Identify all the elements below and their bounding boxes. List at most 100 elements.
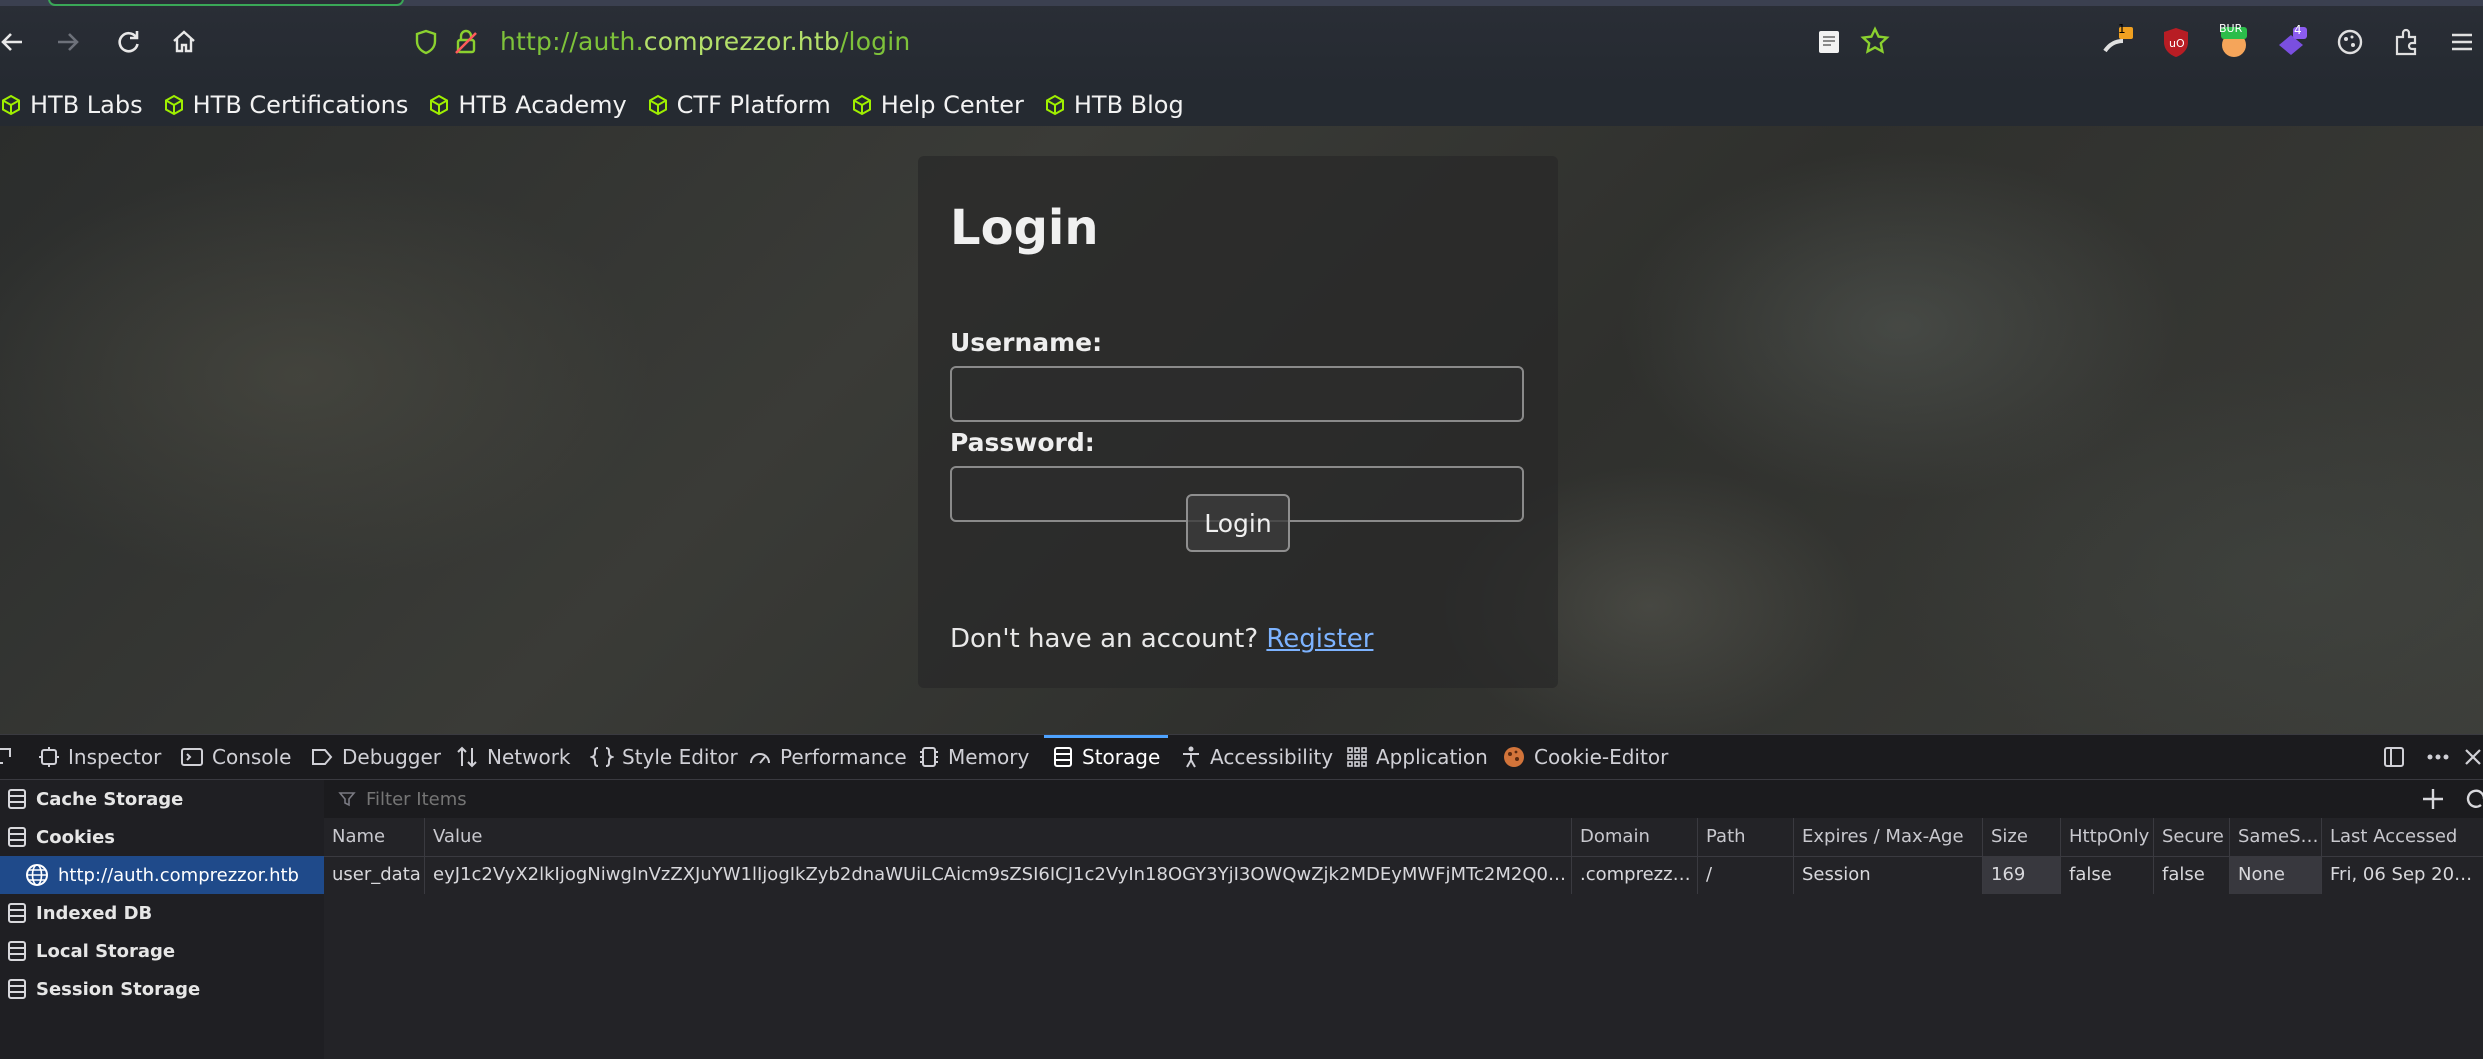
sidebar-item-local-storage[interactable]: Local Storage — [0, 932, 324, 970]
sidebar-item-cookies[interactable]: Cookies — [0, 818, 324, 856]
col-secure-header[interactable]: Secure — [2153, 818, 2229, 856]
storage-sidebar: Cache Storage Cookies http://auth.compre… — [0, 780, 325, 1059]
tab-console[interactable]: Console — [180, 735, 291, 779]
htb-cube-icon — [648, 94, 667, 116]
ublock-origin-icon[interactable]: uO — [2156, 22, 2196, 62]
extension-icon[interactable]: 1 — [2098, 22, 2138, 62]
extensions-puzzle-icon[interactable] — [2386, 22, 2426, 62]
more-options-icon[interactable] — [2424, 745, 2452, 769]
cookie-samesite-cell[interactable]: None — [2229, 856, 2321, 894]
bookmark-star-icon[interactable] — [1860, 26, 1890, 56]
sidebar-item-session-storage[interactable]: Session Storage — [0, 970, 324, 1008]
register-link[interactable]: Register — [1266, 624, 1373, 654]
burp-proxy-icon[interactable]: BUR — [2214, 22, 2254, 62]
bookmark-htb-academy[interactable]: HTB Academy — [428, 91, 627, 119]
bookmarks-toolbar: HTB Labs HTB Certifications HTB Academy … — [0, 84, 2483, 126]
bookmark-htb-blog[interactable]: HTB Blog — [1044, 91, 1184, 119]
reader-view-icon[interactable] — [1816, 28, 1842, 56]
sidebar-item-cookie-origin[interactable]: http://auth.comprezzor.htb — [0, 856, 324, 894]
tab-accessibility[interactable]: Accessibility — [1180, 735, 1333, 779]
bookmark-ctf-platform[interactable]: CTF Platform — [647, 91, 831, 119]
tab-label: Performance — [780, 745, 907, 769]
cookie-icon[interactable] — [2330, 22, 2370, 62]
url-text[interactable]: http://auth.comprezzor.htb/login — [500, 27, 910, 56]
cookie-secure-cell[interactable]: false — [2153, 856, 2229, 894]
username-input[interactable] — [950, 366, 1524, 422]
devtools-panel: Inspector Console Debugger Network Style… — [0, 734, 2483, 1059]
col-size-header[interactable]: Size — [1982, 818, 2060, 856]
add-item-icon[interactable] — [2420, 786, 2446, 812]
tab-cookie-editor[interactable]: Cookie-Editor — [1502, 735, 1668, 779]
insecure-lock-icon[interactable] — [452, 28, 480, 56]
htb-cube-icon — [164, 94, 183, 116]
dock-toggle-icon[interactable] — [2382, 745, 2406, 769]
cookie-httponly-cell[interactable]: false — [2060, 856, 2153, 894]
cookie-editor-icon — [1504, 747, 1524, 767]
col-domain-header[interactable]: Domain — [1571, 818, 1697, 856]
cookie-path-cell[interactable]: / — [1697, 856, 1793, 894]
url-path: /login — [839, 27, 911, 56]
login-button[interactable]: Login — [1186, 494, 1290, 552]
active-tab[interactable] — [48, 0, 404, 6]
cookie-domain-cell[interactable]: .comprezzo… — [1571, 856, 1697, 894]
htb-cube-icon — [1045, 94, 1064, 116]
tab-inspector[interactable]: Inspector — [38, 735, 161, 779]
tab-label: Network — [487, 745, 571, 769]
tab-debugger[interactable]: Debugger — [310, 735, 441, 779]
sidebar-label: Cookies — [36, 826, 116, 848]
tab-storage[interactable]: Storage — [1043, 735, 1169, 779]
reload-icon[interactable] — [110, 24, 146, 60]
tab-performance[interactable]: Performance — [748, 735, 907, 779]
url-host: comprezzor.htb — [643, 27, 840, 56]
home-icon[interactable] — [166, 24, 202, 60]
tab-label: Application — [1376, 745, 1488, 769]
extension-puzzle-badge-icon[interactable]: 4 — [2272, 22, 2312, 62]
cookie-size-cell[interactable]: 169 — [1982, 856, 2060, 894]
cookie-expires-cell[interactable]: Session — [1793, 856, 1982, 894]
tab-label: Inspector — [68, 745, 162, 769]
tab-style-editor[interactable]: Style Editor — [590, 735, 738, 779]
bookmark-label: CTF Platform — [676, 91, 831, 119]
bookmark-htb-certifications[interactable]: HTB Certifications — [163, 91, 408, 119]
bookmark-label: HTB Blog — [1073, 91, 1184, 119]
col-name-header[interactable]: Name — [324, 818, 424, 856]
storage-icon — [1054, 747, 1072, 767]
filter-items-input[interactable] — [364, 788, 2068, 811]
login-card: Login Username: Password: Login Don't ha… — [918, 156, 1558, 688]
col-httponly-header[interactable]: HttpOnly — [2060, 818, 2153, 856]
col-value-header[interactable]: Value — [424, 818, 1571, 856]
url-scheme: http://auth. — [500, 27, 644, 56]
forward-arrow-icon[interactable] — [50, 24, 86, 60]
back-arrow-icon[interactable] — [0, 24, 30, 60]
bookmark-htb-labs[interactable]: HTB Labs — [0, 91, 143, 119]
tab-application[interactable]: Application — [1346, 735, 1488, 779]
col-last-accessed-header[interactable]: Last Accessed — [2321, 818, 2483, 856]
network-arrows-icon — [457, 746, 477, 768]
pick-element-icon[interactable] — [0, 745, 14, 769]
close-devtools-icon[interactable] — [2462, 745, 2482, 769]
cookie-last-accessed-cell[interactable]: Fri, 06 Sep 2024 12… — [2321, 856, 2483, 894]
col-path-header[interactable]: Path — [1697, 818, 1793, 856]
braces-icon — [590, 747, 614, 767]
cookie-name-cell[interactable]: user_data — [324, 856, 424, 894]
storage-icon — [8, 789, 26, 809]
col-samesite-header[interactable]: SameSite — [2229, 818, 2321, 856]
bookmark-help-center[interactable]: Help Center — [851, 91, 1024, 119]
cookie-value-cell[interactable]: eyJ1c2VyX2lkIjogNiwgInVzZXJuYW1lIjogIkZy… — [424, 856, 1571, 894]
tab-label: Console — [212, 745, 292, 769]
tab-memory[interactable]: Memory — [918, 735, 1029, 779]
memory-chip-icon — [920, 747, 938, 767]
sidebar-item-cache-storage[interactable]: Cache Storage — [0, 780, 324, 818]
col-expires-header[interactable]: Expires / Max-Age — [1793, 818, 1982, 856]
register-prompt: Don't have an account? Register — [950, 624, 1373, 654]
sidebar-label: Indexed DB — [36, 902, 153, 924]
hamburger-menu-icon[interactable] — [2442, 22, 2482, 62]
bookmark-label: HTB Academy — [458, 91, 627, 119]
sidebar-item-indexed-db[interactable]: Indexed DB — [0, 894, 324, 932]
tab-network[interactable]: Network — [455, 735, 571, 779]
tracking-shield-icon[interactable] — [412, 28, 440, 56]
url-bar[interactable]: http://auth.comprezzor.htb/login — [400, 20, 1920, 64]
sidebar-label: Local Storage — [36, 940, 176, 962]
refresh-items-icon[interactable] — [2464, 786, 2483, 812]
table-row[interactable]: user_data eyJ1c2VyX2lkIjogNiwgInVzZXJuYW… — [324, 856, 2483, 894]
